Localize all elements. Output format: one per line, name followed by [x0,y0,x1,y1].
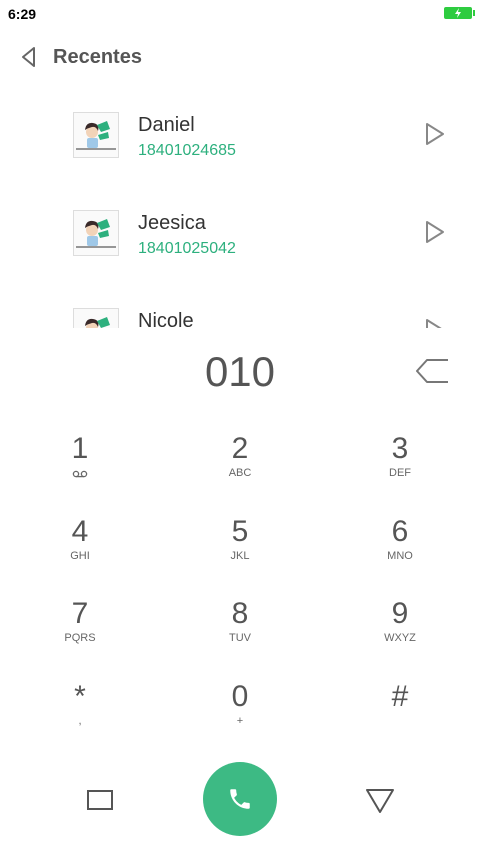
play-outline-icon [426,319,442,328]
recent-apps-button[interactable] [84,784,116,816]
back-triangle-icon [22,47,35,67]
key-star[interactable]: * , [20,680,140,750]
key-letters: MNO [387,550,413,562]
hide-keypad-button[interactable] [362,782,398,818]
play-button[interactable] [420,120,448,148]
key-7[interactable]: 7 PQRS [20,597,140,667]
key-letters: + [236,715,244,727]
page-title: Recentes [53,46,142,68]
voicemail-icon [72,470,88,478]
key-hash[interactable]: # [340,680,460,750]
contact-name: Jeesica [138,212,206,234]
avatar [73,210,119,256]
key-8[interactable]: 8 TUV [180,597,300,667]
key-digit: * [74,680,86,713]
contact-number: 18401024685 [138,142,236,159]
backspace-icon [416,359,448,383]
key-digit: 5 [231,515,249,548]
play-outline-icon [426,123,444,145]
battery-icon [444,7,475,19]
status-bar: 6:29 [0,0,480,28]
header: Recentes [0,38,480,78]
play-button[interactable] [420,218,448,246]
contact-name: Daniel [138,114,195,136]
key-9[interactable]: 9 WXYZ [340,597,460,667]
key-digit: 6 [391,515,409,548]
square-icon [87,790,113,810]
key-digit: # [391,680,409,713]
key-3[interactable]: 3 DEF [340,432,460,502]
contact-number: 18401025042 [138,240,236,257]
back-button[interactable] [14,42,44,72]
key-letters: GHI [70,550,90,562]
key-digit: 9 [391,597,409,630]
dialed-number: 010 [204,348,276,395]
recent-contact[interactable]: Nicole [0,288,480,328]
key-digit: 8 [231,597,249,630]
call-button[interactable] [203,762,277,836]
dial-display: 010 [0,340,480,410]
triangle-down-icon [366,789,394,813]
key-4[interactable]: 4 GHI [20,515,140,585]
play-outline-icon [426,221,444,243]
recent-contact[interactable]: Daniel 18401024685 [0,92,480,190]
key-digit: 1 [71,432,89,465]
key-5[interactable]: 5 JKL [180,515,300,585]
avatar [73,112,119,158]
key-digit: 3 [391,432,409,465]
contact-name: Nicole [138,310,194,328]
key-6[interactable]: 6 MNO [340,515,460,585]
recents-list: Daniel 18401024685 Jeesica 18401025042 N… [0,92,480,328]
recent-contact[interactable]: Jeesica 18401025042 [0,190,480,288]
key-2[interactable]: 2 ABC [180,432,300,502]
bottom-bar [0,760,480,840]
key-0[interactable]: 0 + [180,680,300,750]
phone-icon [230,789,250,809]
backspace-button[interactable] [412,354,452,388]
key-letters: PQRS [64,632,96,644]
avatar [73,308,119,328]
key-digit: 7 [71,597,89,630]
key-letters: ABC [228,467,252,479]
key-letters: DEF [389,467,411,479]
key-1[interactable]: 1 [20,432,140,502]
key-digit: 2 [231,432,249,465]
status-time: 6:29 [8,6,37,22]
key-letters: , [78,715,82,727]
key-letters: JKL [230,550,250,562]
key-digit: 0 [231,680,249,713]
key-letters: TUV [229,632,251,644]
play-button[interactable] [420,316,448,328]
key-letters: WXYZ [384,632,416,644]
key-digit: 4 [71,515,89,548]
